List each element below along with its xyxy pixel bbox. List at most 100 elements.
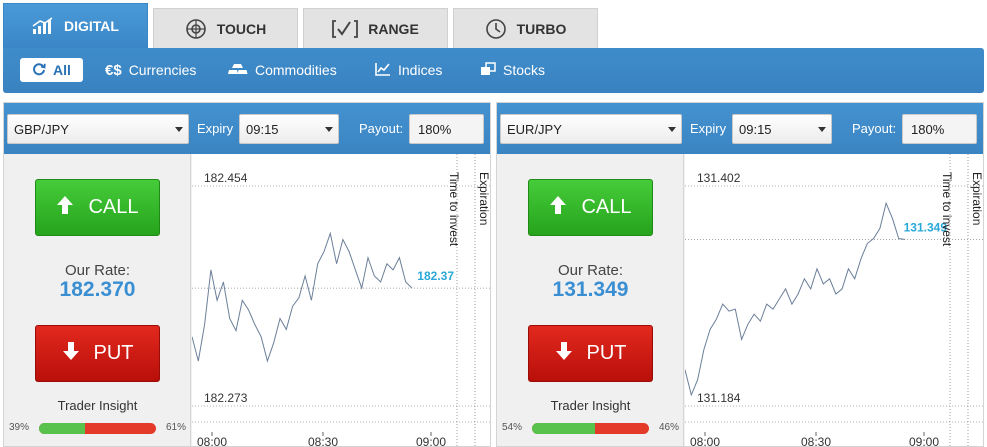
expiration-label: Expiration [477,172,490,225]
rate-value: 182.370 [59,278,136,301]
trader-insight-label: Trader Insight [57,398,138,413]
chevron-down-icon [668,127,676,132]
price-line [685,201,906,397]
arrow-down-icon [555,341,573,367]
refresh-icon [32,62,46,79]
tab-label: TURBO [516,20,567,37]
arrow-up-icon [549,195,567,221]
tab-label: TOUCH [216,20,267,37]
category-indices[interactable]: Indices [375,58,442,82]
panel-header: GBP/JPY Expiry 09:15 Payout: 180% [4,103,490,154]
gold-bars-icon [228,62,248,78]
y-low-label: 182.273 [204,391,248,405]
tab-turbo[interactable]: TURBO [453,8,598,48]
call-button[interactable]: CALL [35,179,160,236]
stocks-icon [480,61,496,79]
insight-bar-fill [39,423,85,434]
y-high-label: 131.402 [697,171,741,185]
price-chart-svg: 131.402131.184131.349Time to invest Expir… [685,154,983,446]
x-tick-label: 08:30 [801,435,831,446]
trading-app: DIGITAL TOUCH RANGE TURBO All €$ Currenc… [0,0,987,447]
call-label: CALL [88,196,139,218]
insight-put-percent: 54% [502,422,523,433]
expiry-label: Expiry [197,121,234,136]
chart-up-icon [32,17,54,35]
expiry-value: 09:15 [246,121,279,137]
asset-value: GBP/JPY [14,121,69,137]
y-high-label: 182.454 [204,171,248,185]
rate-label: Our Rate: [557,262,624,279]
category-label: All [53,62,71,78]
category-stocks[interactable]: Stocks [480,58,545,82]
tab-label: DIGITAL [64,18,119,34]
category-bar: All €$ Currencies Commodities Indices St… [3,48,984,93]
x-tick-label: 08:00 [197,435,227,446]
put-label: PUT [586,342,627,364]
trade-panel-eurjpy: EUR/JPY Expiry 09:15 Payout: 180% CALL O… [496,102,984,447]
payout-value: 180% [418,121,452,137]
category-commodities[interactable]: Commodities [228,58,337,82]
expiry-select[interactable]: 09:15 [239,114,339,144]
current-value-label: 182.37 [417,269,454,283]
arrow-up-icon [56,195,74,221]
category-label: Stocks [503,62,546,78]
put-button[interactable]: PUT [35,325,160,382]
category-label: Commodities [255,62,337,78]
chevron-down-icon [818,127,826,132]
target-icon [185,18,207,40]
payout-value: 180% [911,121,945,137]
time-to-invest-label: Time to invest [447,172,461,247]
payout-value-box: 180% [902,114,977,144]
trader-insight-label: Trader Insight [550,398,631,413]
time-to-invest-label: Time to invest [940,172,954,247]
arrow-down-icon [62,341,80,367]
panel-header: EUR/JPY Expiry 09:15 Payout: 180% [497,103,983,154]
payout-value-box: 180% [409,114,484,144]
tab-touch[interactable]: TOUCH [153,8,298,48]
price-chart: 182.454 182.273 182.37 Time to invest Expira… [192,154,490,446]
category-currencies[interactable]: €$ Currencies [105,58,196,82]
rate-label: Our Rate: [64,262,131,279]
clock-icon [485,18,507,40]
asset-select[interactable]: GBP/JPY [7,114,189,144]
x-tick-label: 09:00 [909,435,939,446]
call-label: CALL [581,196,632,218]
tab-range[interactable]: RANGE [303,8,448,48]
asset-select[interactable]: EUR/JPY [500,114,682,144]
expiry-value: 09:15 [739,121,772,137]
price-chart-svg: 182.454 182.273 182.37 Time to invest Expira… [192,154,490,446]
insight-bar [39,423,156,434]
put-button[interactable]: PUT [528,325,653,382]
category-all[interactable]: All [20,58,83,82]
product-tabs: DIGITAL TOUCH RANGE TURBO [0,0,987,48]
payout-label: Payout: [359,121,404,136]
payout-label: Payout: [852,121,897,136]
insight-call-percent: 46% [659,422,680,433]
insight-call-percent: 61% [166,422,187,433]
insight-put-percent: 39% [9,422,30,433]
x-tick-label: 08:00 [690,435,720,446]
trade-controls: CALL Our Rate: 182.370 PUT Trader Insigh… [4,154,191,446]
rate-value: 131.349 [552,278,629,301]
trade-controls: CALL Our Rate: 131.349 PUT Trader Insigh… [497,154,684,446]
expiry-label: Expiry [690,121,727,136]
price-chart: 131.402 131.184 131.349 Time to invest Expir… [685,154,983,446]
trade-panel-gbpjpy: GBP/JPY Expiry 09:15 Payout: 180% CALL O… [3,102,491,447]
y-low-label: 131.184 [697,391,741,405]
range-icon [332,19,359,39]
call-button[interactable]: CALL [528,179,653,236]
expiry-select[interactable]: 09:15 [732,114,832,144]
category-label: Indices [398,62,443,78]
insight-bar [532,423,649,434]
chevron-down-icon [175,127,183,132]
category-label: Currencies [128,62,197,78]
expiration-label: Expiration [970,172,983,225]
line-chart-icon [375,62,391,79]
x-tick-label: 08:30 [308,435,338,446]
asset-value: EUR/JPY [507,121,562,137]
put-label: PUT [93,342,134,364]
tab-label: RANGE [368,20,419,37]
x-tick-label: 09:00 [416,435,446,446]
price-line [192,231,413,363]
tab-digital[interactable]: DIGITAL [3,3,148,48]
